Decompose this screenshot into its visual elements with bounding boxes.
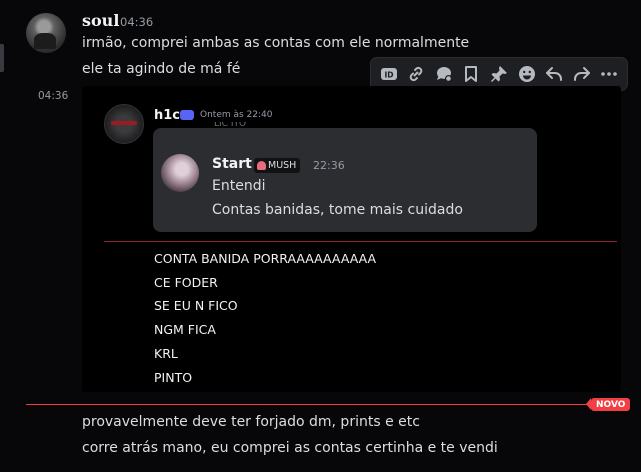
embedded-new-divider <box>104 241 617 242</box>
new-messages-divider <box>26 404 592 405</box>
message-text: ele ta agindo de má fé <box>82 61 241 77</box>
bookmark-icon[interactable] <box>459 62 483 86</box>
emoji-icon[interactable] <box>515 62 539 86</box>
embedded-message: PINTO <box>154 370 193 385</box>
username[interactable]: soul <box>82 11 119 30</box>
quoted-text: Contas banidas, tome mais cuidado <box>212 202 463 218</box>
mushroom-icon <box>257 161 266 170</box>
avatar[interactable] <box>26 13 66 53</box>
guild-tag-label: MUSH <box>268 160 297 171</box>
message-text: irmão, comprei ambas as contas com ele n… <box>82 35 470 51</box>
svg-text:ID: ID <box>384 71 393 80</box>
quoted-timestamp: 22:36 <box>313 159 345 172</box>
embedded-timestamp: Ontem às 22:40 <box>200 110 273 120</box>
embedded-message: NGM FICA <box>154 322 216 337</box>
embedded-message: SE EU N FICO <box>154 298 238 313</box>
unread-indicator <box>0 44 4 72</box>
embedded-message: CONTA BANIDA PORRAAAAAAAAAA <box>154 251 377 266</box>
new-messages-badge: NOVO <box>585 398 631 411</box>
guild-tag: MUSH <box>254 158 301 173</box>
message-text: provavelmente deve ter forjado dm, print… <box>82 414 420 430</box>
message-text: corre atrás mano, eu comprei as contas c… <box>82 440 498 456</box>
link-icon[interactable] <box>404 62 428 86</box>
message-timestamp[interactable]: 04:36 <box>120 15 153 29</box>
more-icon[interactable] <box>597 62 621 86</box>
embedded-username: h1c <box>154 108 181 123</box>
pin-icon[interactable] <box>487 62 511 86</box>
reply-icon[interactable] <box>542 62 566 86</box>
embedded-message: KRL <box>154 346 178 361</box>
message-side-timestamp[interactable]: 04:36 <box>38 90 68 102</box>
thread-icon[interactable] <box>432 62 456 86</box>
id-icon[interactable]: ID <box>377 62 401 86</box>
forward-icon[interactable] <box>570 62 594 86</box>
embedded-avatar <box>104 104 144 144</box>
quoted-text: Entendi <box>212 178 266 194</box>
embedded-message: CE FODER <box>154 275 218 290</box>
badge-icon <box>180 110 194 120</box>
quoted-username: Start <box>212 156 252 172</box>
quoted-avatar <box>161 154 199 192</box>
